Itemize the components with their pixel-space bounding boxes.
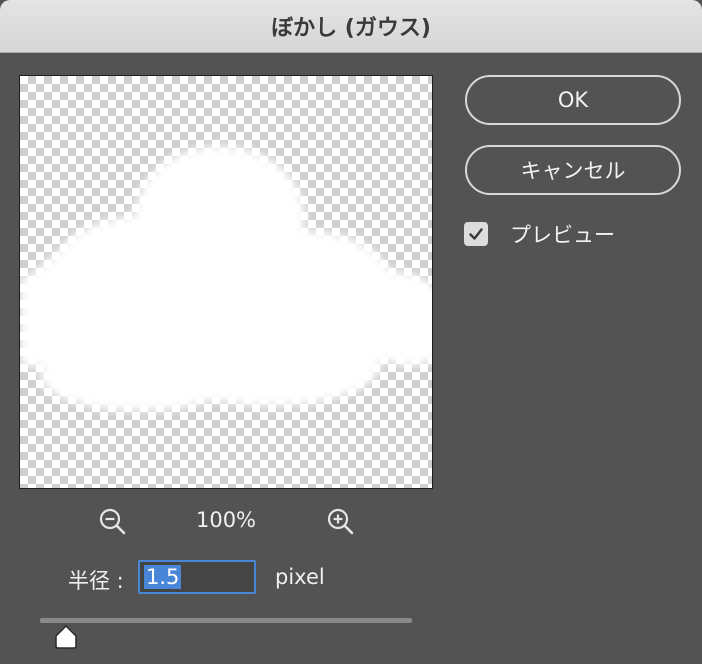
zoom-in-icon[interactable] [325,506,357,538]
checkmark-icon[interactable] [464,222,488,246]
slider-thumb-icon[interactable] [53,624,79,650]
zoom-level: 100% [195,508,257,532]
preview-checkbox[interactable]: プレビュー [464,220,615,248]
radius-value: 1.5 [144,565,182,589]
cancel-button[interactable]: キャンセル [465,145,681,195]
zoom-controls: 100% [19,502,433,542]
dialog-title: ぼかし (ガウス) [0,0,702,53]
preview-label: プレビュー [510,223,615,247]
radius-row: 半径 : 1.5 pixel [0,559,440,597]
radius-slider-track[interactable] [40,618,412,623]
radius-input[interactable]: 1.5 [138,560,256,594]
ok-button[interactable]: OK [465,75,681,125]
radius-unit: pixel [275,565,325,589]
cloud-image [20,146,432,411]
preview-canvas[interactable] [19,75,433,489]
zoom-out-icon[interactable] [97,506,129,538]
radius-label: 半径 : [68,569,124,593]
